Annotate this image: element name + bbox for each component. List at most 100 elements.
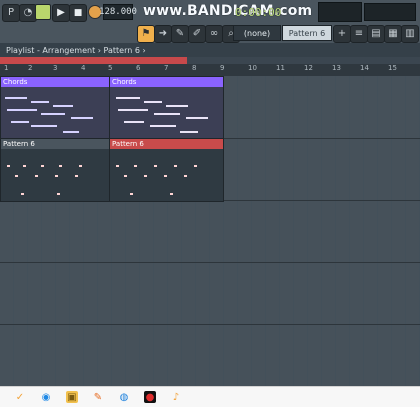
- note: [144, 175, 147, 177]
- note: [186, 117, 208, 119]
- playlist-header: Playlist - Arrangement › Pattern 6 ›: [0, 43, 420, 57]
- note: [154, 113, 180, 115]
- cpu-meter: [364, 3, 416, 21]
- clip-header: Chords: [110, 77, 223, 87]
- note: [184, 175, 187, 177]
- snap-select[interactable]: (none): [233, 25, 281, 41]
- note: [31, 125, 57, 127]
- stop-button[interactable]: ■: [69, 4, 87, 22]
- ruler-mark: 9: [220, 64, 225, 72]
- pat-song-toggle[interactable]: [35, 4, 51, 20]
- selection-bar[interactable]: [0, 57, 187, 64]
- note: [59, 165, 62, 167]
- ruler-mark: 13: [332, 64, 341, 72]
- note: [144, 101, 162, 103]
- lane: [0, 262, 420, 263]
- ruler-mark: 10: [248, 64, 257, 72]
- note: [63, 131, 79, 133]
- note: [164, 175, 167, 177]
- ruler-mark: 12: [304, 64, 313, 72]
- note: [79, 165, 82, 167]
- note: [71, 117, 93, 119]
- app-menu-icon[interactable]: P: [2, 4, 20, 22]
- ruler-mark: 6: [136, 64, 141, 72]
- note: [55, 175, 58, 177]
- ruler-mark: 14: [360, 64, 369, 72]
- note: [5, 97, 27, 99]
- play-button[interactable]: ▶: [52, 4, 70, 22]
- clip-header: Pattern 6: [1, 139, 110, 149]
- note: [57, 193, 60, 195]
- ruler-mark: 2: [28, 64, 33, 72]
- note: [180, 131, 198, 133]
- ruler-mark: 7: [164, 64, 169, 72]
- tempo-display[interactable]: 128.000: [99, 4, 137, 20]
- link-icon[interactable]: ∞: [205, 25, 223, 43]
- piano-roll-icon[interactable]: ▦: [384, 25, 402, 43]
- check-icon[interactable]: ✓: [14, 391, 26, 403]
- note: [35, 175, 38, 177]
- clip-notes: [110, 87, 223, 139]
- breadcrumb: Playlist - Arrangement › Pattern 6 ›: [6, 46, 146, 55]
- mixer-icon[interactable]: ≡: [350, 25, 368, 43]
- note: [134, 165, 137, 167]
- pattern-clip-6-left[interactable]: Pattern 6: [0, 138, 111, 202]
- note: [21, 193, 24, 195]
- brush-icon[interactable]: ✐: [188, 25, 206, 43]
- note: [75, 175, 78, 177]
- note: [194, 165, 197, 167]
- ruler-mark: 15: [388, 64, 397, 72]
- windows-taskbar: ✓ ◉ ▣ ✎ ◍ ● ♪: [0, 386, 420, 407]
- arrow-icon[interactable]: ➜: [154, 25, 172, 43]
- recorder-icon[interactable]: ●: [144, 391, 156, 403]
- note: [124, 121, 144, 123]
- playlist-grid[interactable]: Chords Chords Pattern 6 Pattern 6: [0, 76, 420, 386]
- note: [154, 165, 157, 167]
- bandicam-watermark: www.BANDICAM.com: [143, 3, 313, 19]
- note: [116, 97, 140, 99]
- breadcrumb-playlist[interactable]: Playlist: [6, 46, 34, 55]
- note: [7, 165, 10, 167]
- note: [116, 165, 119, 167]
- breadcrumb-pattern[interactable]: Pattern 6: [104, 46, 140, 55]
- chevron-right-icon: ›: [142, 45, 146, 55]
- note: [41, 113, 65, 115]
- pattern-clip-chords-right[interactable]: Chords: [109, 76, 224, 140]
- ruler-mark: 3: [53, 64, 58, 72]
- pattern-clip-chords-left[interactable]: Chords: [0, 76, 111, 140]
- note: [174, 165, 177, 167]
- note: [150, 125, 176, 127]
- magnet-icon[interactable]: ⚑: [137, 25, 155, 43]
- file-explorer-icon[interactable]: ▣: [66, 391, 78, 403]
- pattern-select[interactable]: Pattern 6: [282, 25, 332, 41]
- channel-rack-icon[interactable]: ▤: [367, 25, 385, 43]
- note: [130, 193, 133, 195]
- ruler-mark: 5: [108, 64, 113, 72]
- edge-icon[interactable]: ◍: [118, 391, 130, 403]
- status-bar: [318, 2, 362, 22]
- note: [53, 105, 73, 107]
- note: [118, 109, 148, 111]
- paint-icon[interactable]: ✎: [92, 391, 104, 403]
- note: [31, 101, 49, 103]
- ruler-mark: 4: [81, 64, 86, 72]
- note: [124, 175, 127, 177]
- note: [41, 165, 44, 167]
- clip-notes: [110, 149, 223, 201]
- pattern-clip-6-right[interactable]: Pattern 6: [109, 138, 224, 202]
- note: [166, 105, 188, 107]
- breadcrumb-arrangement[interactable]: Arrangement: [42, 46, 95, 55]
- clip-header: Pattern 6: [110, 139, 223, 149]
- pencil-icon[interactable]: ✎: [171, 25, 189, 43]
- clip-notes: [1, 149, 110, 201]
- fl-icon[interactable]: ♪: [170, 391, 182, 403]
- note: [170, 193, 173, 195]
- chrome-icon[interactable]: ◉: [40, 391, 52, 403]
- note: [23, 165, 26, 167]
- ruler-mark: 11: [276, 64, 285, 72]
- plus-icon[interactable]: +: [333, 25, 351, 43]
- ruler-mark: 8: [192, 64, 197, 72]
- browser-icon[interactable]: ▥: [401, 25, 419, 43]
- clip-header: Chords: [1, 77, 110, 87]
- note: [11, 121, 29, 123]
